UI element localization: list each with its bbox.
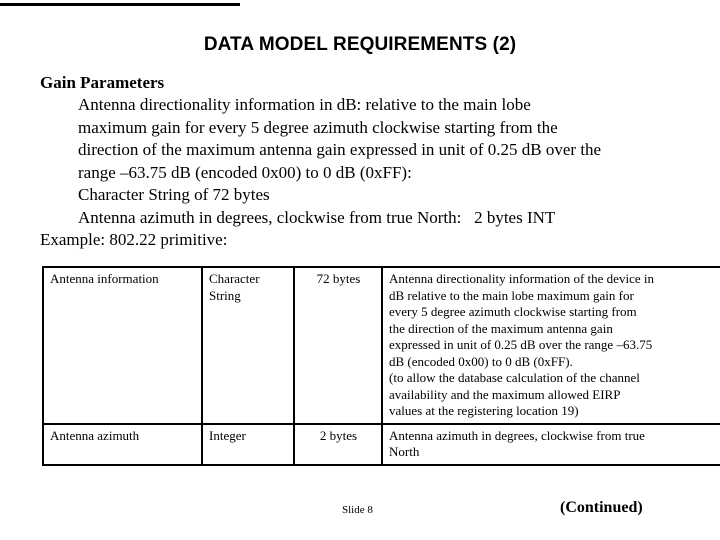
cell-field-type: Character String [201,266,295,425]
cell-text-line: (to allow the database calculation of th… [389,370,640,385]
cell-text-line: values at the registering location 19) [389,403,579,418]
cell-field-name: Antenna azimuth [42,422,203,466]
cell-text-line: Integer [209,427,246,443]
cell-field-size: 2 bytes [293,422,383,466]
cell-text-line: dB relative to the main lobe maximum gai… [389,287,634,303]
body-line: Character String of 72 bytes [78,185,270,204]
page-title: DATA MODEL REQUIREMENTS (2) [203,34,517,55]
cell-text-line: North [389,444,420,459]
cell-field-description: Antenna directionality information of th… [381,266,720,425]
cell-field-description: Antenna azimuth in degrees, clockwise fr… [381,422,720,466]
body-line: Example: 802.22 primitive: [40,230,228,249]
cell-text-line: every 5 degree azimuth clockwise startin… [389,304,637,319]
cell-text-line: Antenna directionality information of th… [389,271,654,286]
slide-number: Slide 8 [342,504,373,516]
cell-field-size: 72 bytes [293,266,383,425]
slide-page: { "decoration": { "top_rule_color": "#00… [0,0,720,540]
cell-text-line: Character [209,271,260,286]
cell-text-line: expressed in unit of 0.25 dB over the ra… [389,337,653,352]
body-line: direction of the maximum antenna gain ex… [78,140,602,159]
body-line: Antenna azimuth in degrees, clockwise fr… [78,207,556,227]
cell-field-type: Integer [201,422,295,466]
top-rule-decoration [0,3,240,6]
table-row: Antenna information Character String 72 byt… [42,266,720,425]
cell-field-name: Antenna information [42,266,203,425]
body-line-list: Antenna directionality information in dB… [40,94,700,252]
cell-text-line: String [209,287,241,303]
requirements-table: Antenna information Character String 72 byt… [42,266,720,466]
body-line: range –63.75 dB (encoded 0x00) to 0 dB (… [78,162,412,182]
cell-text-line: the direction of the maximum antenna gai… [389,320,613,336]
requirements-table-body: Antenna information Character String 72 byt… [42,266,720,466]
body-line: Antenna directionality information in dB… [78,95,531,114]
cell-text-line: availability and the maximum allowed EIR… [389,386,621,402]
table-row: Antenna azimuth Integer 2 bytes Antenna azi… [42,422,720,466]
slide-body: Gain Parameters Antenna directionality i… [40,72,700,252]
section-heading: Gain Parameters [40,73,165,92]
body-line: maximum gain for every 5 degree azimuth … [78,117,558,137]
cell-text-line: dB (encoded 0x00) to 0 dB (0xFF). [389,353,573,369]
continued-note: (Continued) [560,499,643,516]
cell-text-line: Antenna azimuth in degrees, clockwise fr… [389,427,645,443]
